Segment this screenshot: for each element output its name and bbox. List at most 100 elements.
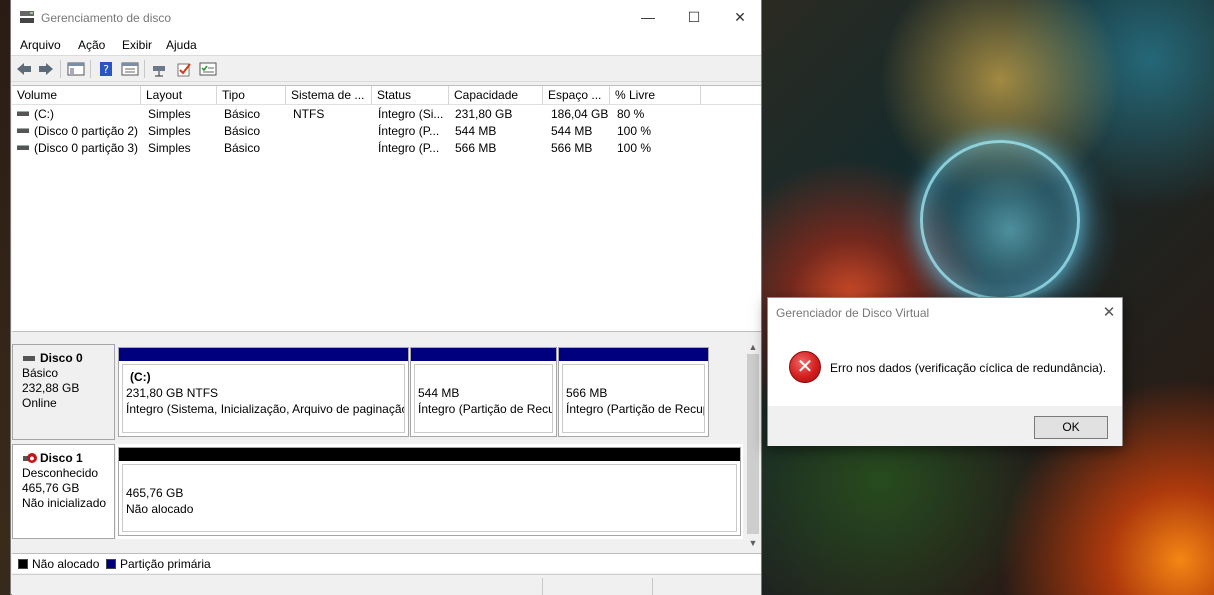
partition-size: 544 MB [418,386,460,400]
table-row[interactable]: (C:) Simples Básico NTFS Íntegro (Si... … [12,105,761,122]
status-bar [12,574,761,595]
partition-status: Íntegro (Partição de Recup [566,402,705,416]
partition-body: (C:) 231,80 GB NTFS Íntegro (Sistema, In… [122,364,405,433]
table-row[interactable]: (Disco 0 partição 3) Simples Básico Ínte… [12,139,761,156]
table-row[interactable]: (Disco 0 partição 2) Simples Básico Ínte… [12,122,761,139]
partition-bar [119,348,408,361]
cell-volume: (C:) [34,107,54,121]
scrollbar-thumb[interactable] [747,354,759,534]
disk-type: Básico [22,366,59,380]
disk-icon [23,356,35,361]
cell-livre: 100 % [617,124,652,138]
properties-icon[interactable] [121,61,139,77]
cell-livre: 100 % [617,141,652,155]
partition-3[interactable]: 566 MB Íntegro (Partição de Recup [558,347,709,437]
legend: Não alocado Partição primária [12,553,761,573]
dialog-close-button[interactable]: ✕ [1096,301,1122,325]
status-bar-divider [542,578,543,595]
cell-capacidade: 231,80 GB [455,107,513,121]
partition-body: 465,76 GB Não alocado [122,464,737,532]
cell-tipo: Básico [224,141,261,155]
connect-icon[interactable] [151,61,169,77]
error-dialog: Gerenciador de Disco Virtual ✕ ✕ Erro no… [767,297,1123,446]
partition-name: (C:) [130,370,151,384]
column-layout[interactable]: Layout [141,86,217,105]
help-icon[interactable]: ? [97,61,115,77]
partition-bar [411,348,556,361]
column-tipo[interactable]: Tipo [217,86,286,105]
cell-espaco: 186,04 GB [551,107,609,121]
wallpaper-bubble [920,140,1080,300]
toolbar: ? [11,56,761,82]
dialog-footer: OK [768,406,1122,446]
cell-espaco: 544 MB [551,124,593,138]
toolbar-separator [144,60,145,78]
disk-map-scrollbar[interactable]: ▲ ▼ [745,340,761,550]
column-livre[interactable]: % Livre [610,86,701,105]
disk-management-window: Gerenciamento de disco — ☐ ✕ Arquivo Açã… [10,0,762,595]
cell-livre: 80 % [617,107,645,121]
disk-1-name: Disco 1 [40,451,83,465]
toolbar-separator [60,60,61,78]
legend-swatch-blue [106,559,116,569]
status-bar-divider [652,578,653,595]
svg-text:?: ? [103,63,109,76]
column-status[interactable]: Status [372,86,449,105]
cell-tipo: Básico [224,124,261,138]
menu-exibir[interactable]: Exibir [122,38,152,52]
cell-sistema: NTFS [293,107,325,121]
scroll-up-arrow-icon[interactable]: ▲ [745,340,761,354]
partition-c[interactable]: (C:) 231,80 GB NTFS Íntegro (Sistema, In… [118,347,409,437]
legend-label: Partição primária [120,557,211,571]
disk-name: Disco 0 [22,351,114,366]
close-button[interactable]: ✕ [717,0,763,34]
maximize-button[interactable]: ☐ [671,0,717,34]
error-icon: ✕ [789,351,821,383]
partition-bar [119,448,740,461]
forward-arrow-icon[interactable] [37,61,55,77]
disk-0-label[interactable]: Disco 0 Básico 232,88 GB Online [12,344,115,440]
legend-label: Não alocado [32,557,100,571]
column-espaco[interactable]: Espaço ... [543,86,610,105]
cell-status: Íntegro (Si... [378,107,444,121]
disk-type: Desconhecido [22,466,99,480]
partition-status: Não alocado [126,502,194,516]
dialog-message: Erro nos dados (verificação cíclica de r… [830,361,1107,375]
disk-1-label[interactable]: ● Disco 1 Desconhecido 465,76 GB Não ini… [12,444,115,539]
dialog-title: Gerenciador de Disco Virtual [776,306,930,320]
disk-size: 232,88 GB [22,381,80,395]
settings-icon[interactable] [199,61,217,77]
cell-layout: Simples [148,141,191,155]
volume-list: Volume Layout Tipo Sistema de ... Status… [12,85,761,332]
menu-arquivo[interactable]: Arquivo [20,38,61,52]
ok-button[interactable]: OK [1034,416,1108,439]
partition-unallocated[interactable]: 465,76 GB Não alocado [118,447,741,536]
cell-tipo: Básico [224,107,261,121]
cell-status: Íntegro (P... [378,124,440,138]
console-tree-icon[interactable] [67,61,85,77]
partition-2[interactable]: 544 MB Íntegro (Partição de Recu [410,347,557,437]
disk-0-name: Disco 0 [40,351,83,365]
disk-map: Disco 0 Básico 232,88 GB Online (C:) 231… [12,340,745,550]
cell-layout: Simples [148,124,191,138]
back-arrow-icon[interactable] [15,61,33,77]
check-icon[interactable] [175,61,193,77]
column-capacidade[interactable]: Capacidade [449,86,543,105]
column-sistema[interactable]: Sistema de ... [286,86,372,105]
disk-1-row: ● Disco 1 Desconhecido 465,76 GB Não ini… [12,444,745,539]
menu-ajuda[interactable]: Ajuda [166,38,197,52]
disk-name: ● Disco 1 [22,451,114,466]
disk-error-icon: ● [27,453,37,463]
menu-acao[interactable]: Ação [78,38,105,52]
partition-body: 544 MB Íntegro (Partição de Recu [414,364,553,433]
minimize-button[interactable]: — [625,0,671,34]
disk-state: Não inicializado [22,496,107,510]
toolbar-separator [90,60,91,78]
cell-capacidade: 566 MB [455,141,497,155]
cell-volume: (Disco 0 partição 3) [34,141,139,155]
column-volume[interactable]: Volume [12,86,141,105]
legend-primary: Partição primária [106,557,211,571]
volume-icon [17,145,29,150]
scroll-down-arrow-icon[interactable]: ▼ [745,536,761,550]
cell-layout: Simples [148,107,191,121]
